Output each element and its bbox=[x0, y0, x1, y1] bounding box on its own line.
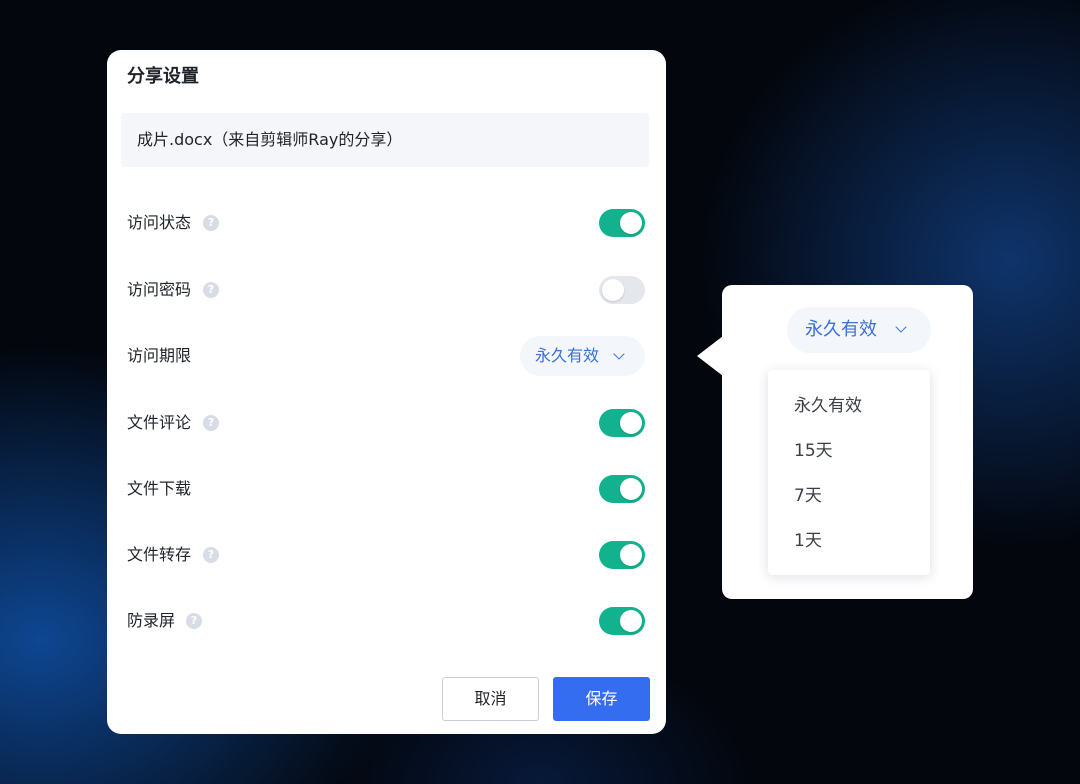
setting-row-file-download: 文件下载 bbox=[127, 471, 645, 507]
expiry-options-list: 永久有效 15天 7天 1天 bbox=[768, 370, 930, 575]
setting-row-access-password: 访问密码 ? bbox=[127, 272, 645, 308]
setting-label: 访问期限 bbox=[127, 346, 192, 365]
dialog-title: 分享设置 bbox=[127, 66, 199, 87]
expiry-select-expanded[interactable]: 永久有效 bbox=[787, 307, 931, 353]
file-download-toggle[interactable] bbox=[599, 475, 645, 503]
expiry-option-permanent[interactable]: 永久有效 bbox=[768, 384, 930, 429]
question-icon[interactable]: ? bbox=[186, 613, 202, 629]
chevron-down-icon bbox=[613, 348, 625, 360]
expiry-option-15-days[interactable]: 15天 bbox=[768, 429, 930, 474]
setting-label: 防录屏 bbox=[127, 611, 176, 630]
access-status-toggle[interactable] bbox=[599, 209, 645, 237]
setting-row-file-comment: 文件评论 ? bbox=[127, 405, 645, 441]
setting-row-file-save-copy: 文件转存 ? bbox=[127, 537, 645, 573]
question-icon[interactable]: ? bbox=[203, 547, 219, 563]
question-icon[interactable]: ? bbox=[203, 415, 219, 431]
save-button[interactable]: 保存 bbox=[553, 677, 650, 721]
anti-screen-record-toggle[interactable] bbox=[599, 607, 645, 635]
file-comment-toggle[interactable] bbox=[599, 409, 645, 437]
setting-label: 文件下载 bbox=[127, 479, 192, 498]
setting-row-access-period: 访问期限 永久有效 bbox=[127, 336, 645, 376]
setting-row-anti-screen-record: 防录屏 ? bbox=[127, 603, 645, 639]
cancel-button[interactable]: 取消 bbox=[442, 677, 539, 721]
file-save-copy-toggle[interactable] bbox=[599, 541, 645, 569]
setting-label: 访问状态 bbox=[127, 213, 192, 232]
question-icon[interactable]: ? bbox=[203, 215, 219, 231]
file-name-box: 成片.docx（来自剪辑师Ray的分享） bbox=[121, 113, 649, 167]
question-icon[interactable]: ? bbox=[203, 282, 219, 298]
expiry-dropdown-callout: 永久有效 永久有效 15天 7天 1天 bbox=[722, 285, 973, 599]
setting-label: 文件转存 bbox=[127, 545, 192, 564]
access-password-toggle[interactable] bbox=[599, 276, 645, 304]
chevron-down-icon bbox=[895, 321, 907, 333]
setting-label: 访问密码 bbox=[127, 280, 192, 299]
expiry-select-value: 永久有效 bbox=[805, 319, 877, 340]
setting-label: 文件评论 bbox=[127, 413, 192, 432]
callout-pointer bbox=[697, 336, 723, 376]
expiry-option-7-days[interactable]: 7天 bbox=[768, 474, 930, 519]
expiry-option-1-day[interactable]: 1天 bbox=[768, 519, 930, 564]
setting-row-access-status: 访问状态 ? bbox=[127, 205, 645, 241]
access-period-value: 永久有效 bbox=[535, 346, 600, 365]
share-settings-dialog: 分享设置 成片.docx（来自剪辑师Ray的分享） 访问状态 ? 访问密码 ? … bbox=[107, 50, 666, 734]
access-period-select[interactable]: 永久有效 bbox=[520, 336, 645, 376]
